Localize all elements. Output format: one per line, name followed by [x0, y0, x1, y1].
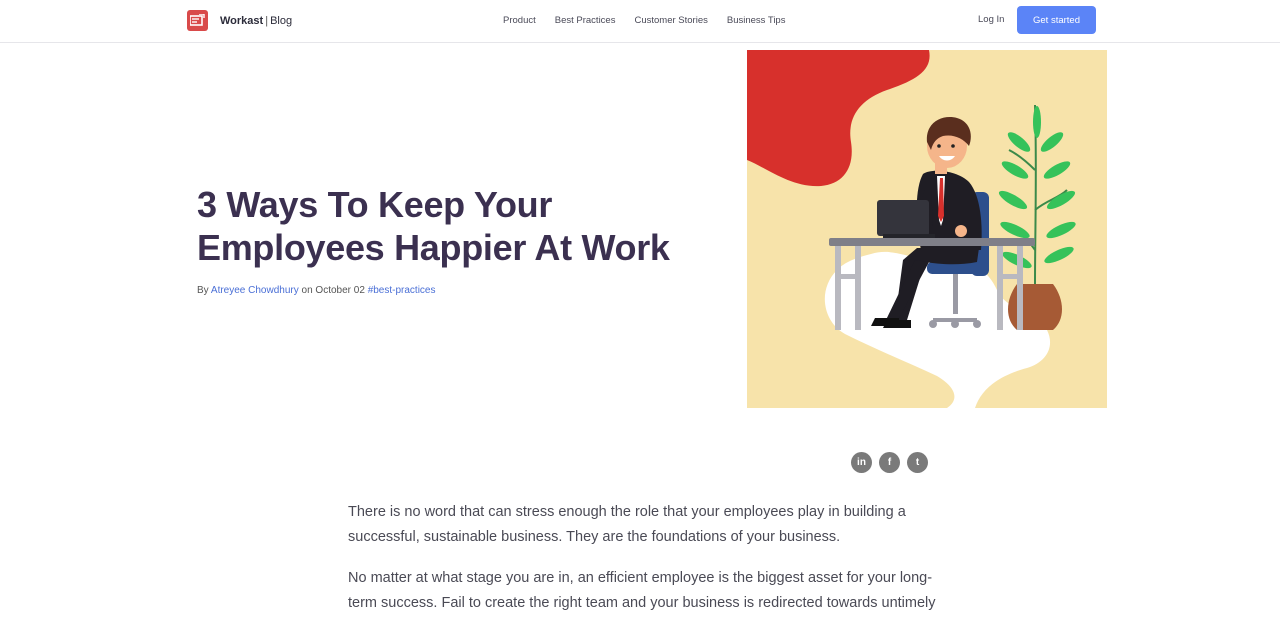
workast-logo-icon — [187, 10, 208, 31]
article-body: There is no word that can stress enough … — [348, 500, 948, 617]
nav-item-customer-stories[interactable]: Customer Stories — [634, 15, 707, 26]
hero-illustration — [747, 50, 1107, 408]
article-paragraph: No matter at what stage you are in, an e… — [348, 570, 936, 611]
post-meta: By Atreyee Chowdhury on October 02 #best… — [197, 285, 436, 296]
post-date: October 02 — [315, 285, 365, 296]
article-paragraph: There is no word that can stress enough … — [348, 504, 906, 545]
brand-separator: | — [265, 14, 269, 27]
linkedin-glyph: in — [857, 457, 866, 468]
brand-section: Blog — [270, 14, 293, 27]
site-header: Workast | Blog Product Best Practices Cust… — [0, 0, 1280, 43]
nav-item-product[interactable]: Product — [503, 15, 536, 26]
facebook-glyph: f — [887, 457, 892, 468]
login-link[interactable]: Log In — [978, 14, 1004, 25]
twitter-glyph: t — [915, 457, 920, 468]
nav-item-business-tips[interactable]: Business Tips — [727, 15, 786, 26]
by-label: By — [197, 285, 209, 296]
get-started-button[interactable]: Get started — [1017, 6, 1096, 34]
facebook-icon[interactable]: f — [879, 452, 900, 473]
linkedin-icon[interactable]: in — [851, 452, 872, 473]
main-nav: Product Best Practices Customer Stories … — [503, 15, 804, 26]
nav-item-best-practices[interactable]: Best Practices — [555, 15, 616, 26]
post-title: 3 Ways To Keep Your Employees Happier At… — [197, 184, 670, 268]
logo-link[interactable]: Workast | Blog — [187, 10, 292, 31]
brand-name: Workast — [220, 14, 264, 27]
on-label: on — [301, 285, 313, 296]
twitter-icon[interactable]: t — [907, 452, 928, 473]
tag-link[interactable]: #best-practices — [368, 285, 436, 296]
author-link[interactable]: Atreyee Chowdhury — [211, 285, 299, 296]
brand-text: Workast | Blog — [220, 15, 292, 27]
share-bar: in f t — [851, 452, 935, 473]
